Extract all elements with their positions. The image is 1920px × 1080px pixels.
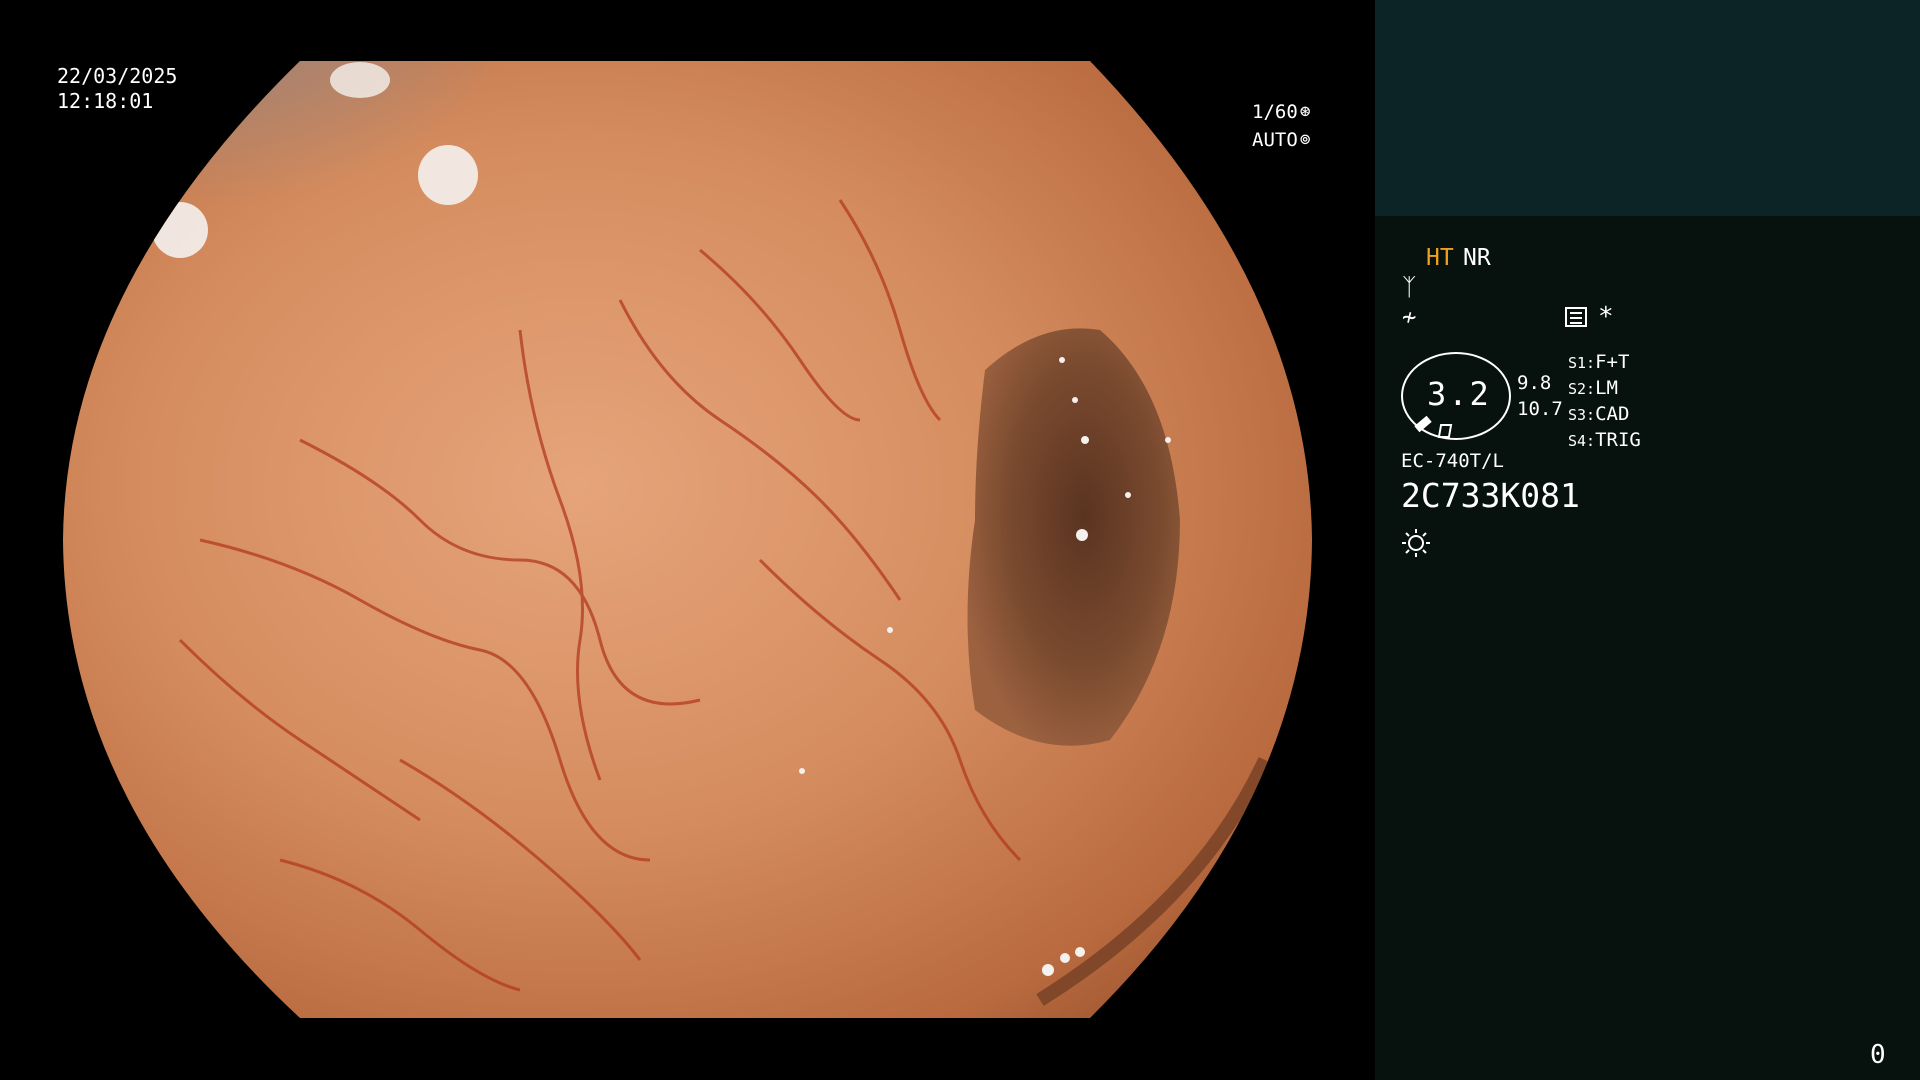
star-indicator: *: [1598, 302, 1614, 332]
color-tone-icon: ≁: [1402, 303, 1417, 331]
zoom-value: 3.2: [1427, 375, 1491, 413]
enhancement-icon: ᛉ: [1402, 273, 1417, 301]
endoscopic-video-view: 22/03/2025 12:18:01 1/60 ⊛ AUTO ⊚: [0, 0, 1375, 1080]
info-side-panel: HT NR ᛉ ≁ * 3.2 9.8 10.7 S1:F+T S2:LM S3…: [1375, 0, 1920, 1080]
switch-item: S2:LM: [1568, 377, 1618, 399]
iris-icon: ⊚: [1299, 129, 1311, 150]
scope-serial: 2C733K081: [1401, 476, 1580, 515]
switch-item: S1:F+T: [1568, 351, 1630, 373]
measure-value-b: 10.7: [1517, 398, 1563, 420]
scope-model: EC-740T/L: [1401, 450, 1504, 472]
switch-item: S3:CAD: [1568, 403, 1630, 425]
measure-value-a: 9.8: [1517, 372, 1552, 394]
menu-icon: [1565, 307, 1587, 327]
light-source-icon: [1402, 529, 1430, 557]
panel-header-area: [1375, 0, 1920, 216]
switch-item: S4:TRIG: [1568, 429, 1641, 451]
nr-mode-label: NR: [1463, 245, 1491, 271]
scope-frame-icon: [1437, 424, 1453, 438]
switch-assignments: S1:F+T S2:LM S3:CAD S4:TRIG: [1568, 350, 1641, 454]
frame-counter: 0: [1870, 1040, 1886, 1070]
aperture-icon: ⊛: [1299, 101, 1311, 122]
shutter-speed: 1/60: [1252, 101, 1298, 123]
iris-mode: AUTO: [1252, 129, 1298, 151]
time-text: 12:18:01: [57, 89, 154, 113]
exposure-readout: 1/60 ⊛ AUTO ⊚: [1252, 98, 1311, 154]
mucosa-surface: [63, 61, 1312, 1018]
timestamp: 22/03/2025 12:18:01: [57, 64, 177, 114]
date-text: 22/03/2025: [57, 64, 178, 88]
endoscopic-image: [63, 61, 1312, 1018]
ht-mode-label: HT: [1426, 245, 1454, 271]
